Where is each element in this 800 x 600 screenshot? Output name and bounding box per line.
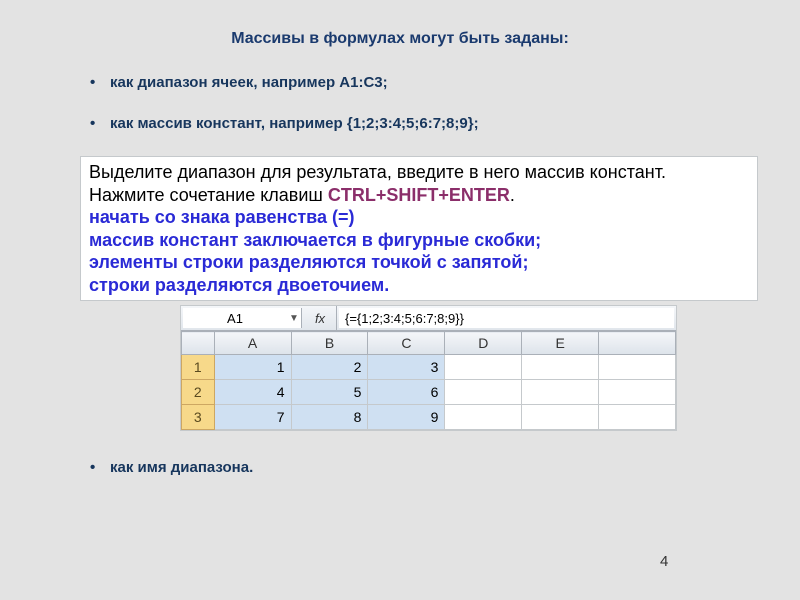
cell-B1[interactable]: 2 [291,355,368,380]
note-line-3: элементы строки разделяются точкой с зап… [89,251,749,274]
row-header-2[interactable]: 2 [182,380,215,405]
cell-A1[interactable]: 1 [214,355,291,380]
cell-D1[interactable] [445,355,522,380]
cell-D2[interactable] [445,380,522,405]
grid: A B C D E 1 1 2 3 2 4 5 6 [181,331,676,430]
select-all-corner[interactable] [182,332,215,355]
instruction-box: Выделите диапазон для результата, введит… [80,156,758,301]
col-header-B[interactable]: B [291,332,368,355]
name-box-value: A1 [183,311,287,326]
cell-extra-2[interactable] [599,380,676,405]
col-header-C[interactable]: C [368,332,445,355]
bullet-1: как диапазон ячеек, например А1:С3; [110,74,740,91]
cell-C2[interactable]: 6 [368,380,445,405]
instruction-line-1: Выделите диапазон для результата, введит… [89,161,749,184]
instruction-line-2: Нажмите сочетание клавиш CTRL+SHIFT+ENTE… [89,184,749,207]
row-header-1[interactable]: 1 [182,355,215,380]
cell-A3[interactable]: 7 [214,405,291,430]
bullet-list: как диапазон ячеек, например А1:С3; как … [110,74,740,132]
page-number: 4 [660,553,668,570]
spreadsheet: A1 ▼ fx {={1;2;3:4;5;6:7;8;9}} A B C D E… [180,305,677,431]
cell-E2[interactable] [522,380,599,405]
name-box[interactable]: A1 ▼ [183,308,302,328]
cell-D3[interactable] [445,405,522,430]
chevron-down-icon[interactable]: ▼ [287,313,301,324]
cell-B3[interactable]: 8 [291,405,368,430]
cell-B2[interactable]: 5 [291,380,368,405]
cell-E1[interactable] [522,355,599,380]
slide-title: Массивы в формулах могут быть заданы: [60,30,740,48]
instruction-suffix: . [510,185,515,205]
col-header-D[interactable]: D [445,332,522,355]
formula-input[interactable]: {={1;2;3:4;5;6:7;8;9}} [339,308,674,328]
cell-A2[interactable]: 4 [214,380,291,405]
formula-bar: A1 ▼ fx {={1;2;3:4;5;6:7;8;9}} [181,306,676,331]
row-header-3[interactable]: 3 [182,405,215,430]
cell-C1[interactable]: 3 [368,355,445,380]
fx-icon[interactable]: fx [304,306,337,330]
instruction-prefix: Нажмите сочетание клавиш [89,185,328,205]
col-header-extra [599,332,676,355]
col-header-E[interactable]: E [522,332,599,355]
cell-E3[interactable] [522,405,599,430]
note-line-2: массив констант заключается в фигурные с… [89,229,749,252]
bullet-2: как массив констант, например {1;2;3:4;5… [110,115,740,132]
col-header-A[interactable]: A [214,332,291,355]
note-line-1: начать со знака равенства (=) [89,206,749,229]
cell-C3[interactable]: 9 [368,405,445,430]
cell-extra-3[interactable] [599,405,676,430]
bullet-3: как имя диапазона. [110,459,740,476]
key-combo: CTRL+SHIFT+ENTER [328,185,510,205]
note-line-4: строки разделяются двоеточием. [89,274,749,297]
cell-extra-1[interactable] [599,355,676,380]
